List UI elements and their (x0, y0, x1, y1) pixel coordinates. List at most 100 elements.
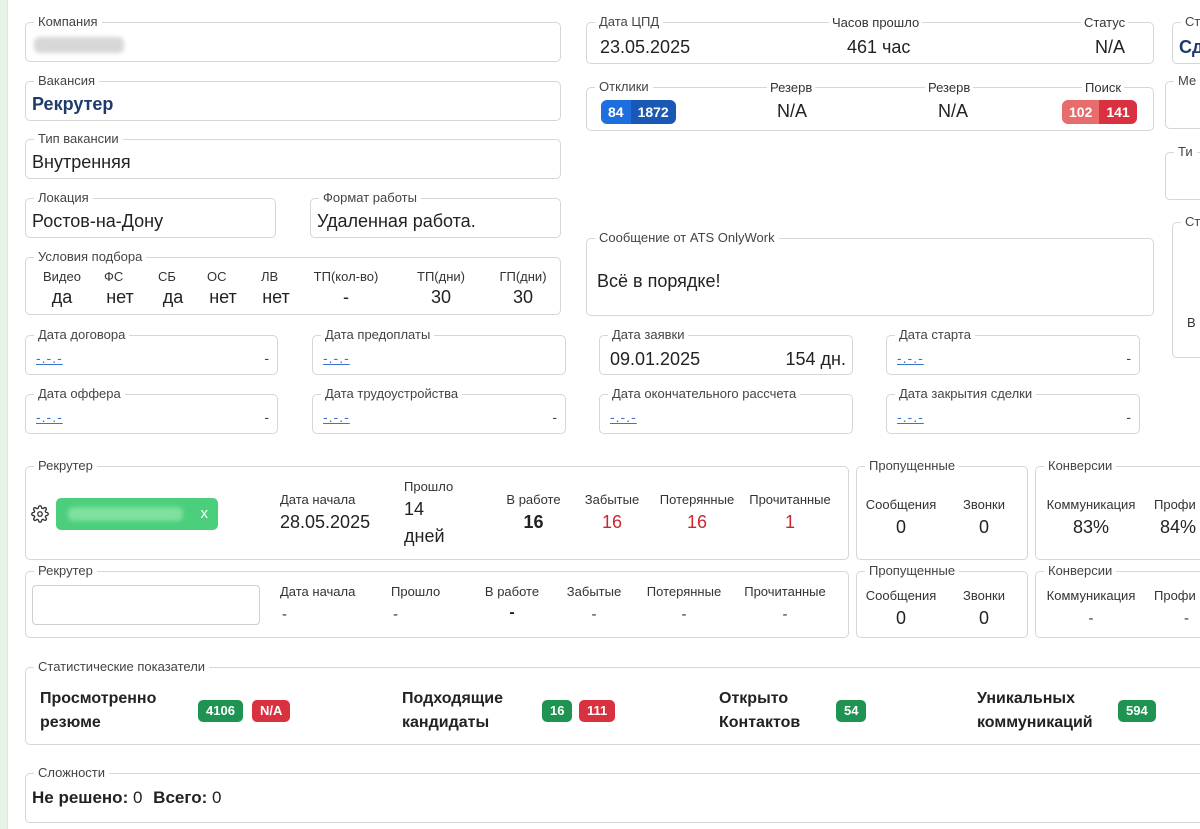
offer-date-link[interactable]: -.-.- (36, 409, 63, 425)
conditions-value: нет (262, 287, 290, 307)
side-status-field[interactable]: Ст Сд (1172, 14, 1200, 64)
contract-date-field[interactable]: Дата договора -.-.- - (25, 327, 278, 375)
conditions-header: ГП(дни) (499, 269, 547, 284)
responses-badge[interactable]: 84 1872 (601, 100, 676, 124)
reserve-1-label: Резерв (767, 80, 816, 95)
missed-1-msg-value: 0 (895, 517, 906, 537)
responses-label: Отклики (595, 79, 653, 95)
conversions-1-comm-label: Коммуникация (1046, 497, 1136, 512)
stat-opened-line2: Контактов (719, 714, 801, 731)
recruiter-2-work-value: - (509, 604, 515, 621)
stat-unique-badge[interactable]: 594 (1118, 700, 1156, 722)
close-date-label: Дата закрытия сделки (895, 386, 1037, 402)
close-date-field[interactable]: Дата закрытия сделки -.-.- - (886, 386, 1140, 434)
conditions-value: 30 (430, 287, 452, 307)
work-format-value: Удаленная работа. (317, 211, 476, 231)
stat-suitable-line2: кандидаты (402, 714, 490, 731)
statistics-label: Статистические показатели (34, 659, 210, 675)
work-format-field[interactable]: Формат работы Удаленная работа. (310, 190, 561, 238)
side-st-label: Ст (1181, 214, 1200, 230)
conversions-2-prof-value: - (1184, 610, 1189, 627)
ats-message-text: Всё в порядке! (597, 271, 721, 291)
conditions-col-sb: СБ да (148, 269, 198, 308)
stat-suitable-badge[interactable]: 16 (542, 700, 573, 722)
contract-date-label: Дата договора (34, 327, 130, 343)
missed-2-panel: Пропущенные Сообщения 0 Звонки 0 (856, 563, 1028, 638)
stat-viewed-line2: резюме (40, 714, 101, 731)
recruiter-1-chip[interactable]: x (56, 498, 218, 530)
company-value-redacted (34, 37, 124, 53)
conditions-value: нет (106, 287, 134, 307)
search-badge[interactable]: 102 141 (1062, 100, 1137, 124)
recruiter-1-label: Рекрутер (34, 458, 97, 474)
cpd-value: 23.05.2025 (600, 37, 691, 57)
conditions-col-os: ОС нет (198, 269, 248, 308)
recruiter-1-work-value[interactable]: 16 (496, 512, 571, 533)
missed-1-msg-label: Сообщения (865, 497, 937, 512)
vacancy-type-label: Тип вакансии (34, 131, 123, 147)
recruiter-1-name-redacted (68, 507, 183, 521)
stat-opened-badge[interactable]: 54 (836, 700, 867, 722)
unsolved-value: 0 (132, 788, 143, 807)
request-date-field[interactable]: Дата заявки 09.01.2025 154 дн. (599, 327, 853, 375)
prepay-date-link[interactable]: -.-.- (323, 350, 350, 366)
stat-suitable-red-badge[interactable]: 111 (579, 700, 616, 722)
recruiter-1-read-value[interactable]: 1 (742, 512, 838, 533)
contract-date-link[interactable]: -.-.- (36, 350, 63, 366)
location-field[interactable]: Локация Ростов-на-Дону (25, 190, 276, 238)
left-panel-edge (0, 0, 8, 829)
final-payment-date-field[interactable]: Дата окончательного рассчета -.-.- (599, 386, 853, 434)
start-date-link[interactable]: -.-.- (897, 350, 924, 366)
missed-2-msg-value: 0 (895, 608, 906, 628)
conversions-1-prof-label: Профи (1154, 497, 1196, 512)
stat-suitable-candidates: Подходящие кандидаты (402, 687, 503, 735)
recruiter-1-panel: Рекрутер x Дата начала 28.05.2025 Прошло… (25, 458, 849, 560)
vacancy-field[interactable]: Вакансия Рекрутер (25, 73, 561, 121)
company-field[interactable]: Компания (25, 14, 561, 62)
reserve-2-label: Резерв (925, 80, 974, 95)
side-me-field[interactable]: Ме (1165, 73, 1200, 129)
company-label: Компания (34, 14, 102, 30)
recruiter-1-forgot-value[interactable]: 16 (576, 512, 648, 533)
final-payment-date-link[interactable]: -.-.- (610, 409, 637, 425)
close-date-dash: - (1126, 409, 1131, 425)
missed-2-msg-label: Сообщения (865, 588, 937, 603)
employment-date-link[interactable]: -.-.- (323, 409, 350, 425)
start-date-field[interactable]: Дата старта -.-.- - (886, 327, 1140, 375)
recruiter-2-select[interactable] (32, 585, 260, 625)
stat-viewed-line1: Просмотренно (40, 690, 157, 707)
conditions-value: нет (209, 287, 237, 307)
total-label: Всего: (153, 788, 208, 807)
employment-date-label: Дата трудоустройства (321, 386, 463, 402)
recruiter-2-passed-value: - (393, 606, 398, 623)
conditions-header: ЛВ (261, 269, 279, 284)
stat-viewed-na-badge[interactable]: N/A (252, 700, 291, 722)
missed-2-label: Пропущенные (865, 563, 960, 579)
conversions-2-prof-label: Профи (1154, 588, 1196, 603)
missed-1-label: Пропущенные (865, 458, 960, 474)
employment-date-field[interactable]: Дата трудоустройства -.-.- - (312, 386, 566, 434)
prepay-date-field[interactable]: Дата предоплаты -.-.- (312, 327, 566, 375)
offer-date-field[interactable]: Дата оффера -.-.- - (25, 386, 278, 434)
employment-date-dash: - (552, 409, 557, 425)
stat-viewed-badge[interactable]: 4106 (198, 700, 243, 722)
request-days-value: 154 дн. (785, 349, 846, 369)
recruiter-1-forgot-label: Забытые (584, 492, 640, 507)
side-ti-field[interactable]: Ти (1165, 144, 1200, 200)
recruiter-1-lost-value[interactable]: 16 (654, 512, 740, 533)
conditions-panel: Условия подбора Видео да ФС нет СБ да ОС… (25, 249, 561, 315)
gear-icon[interactable] (31, 505, 49, 528)
vacancy-type-field[interactable]: Тип вакансии Внутренняя (25, 131, 561, 179)
conditions-col-lv: ЛВ нет (251, 269, 301, 308)
conditions-header: Видео (43, 269, 81, 284)
recruiter-1-passed-value: 14 (404, 499, 425, 519)
side-me-label: Ме (1174, 73, 1200, 89)
search-label: Поиск (1082, 80, 1125, 95)
recruiter-2-forgot-label: Забытые (566, 584, 622, 599)
close-date-link[interactable]: -.-.- (897, 409, 924, 425)
conversions-1-panel: Конверсии Коммуникация 83% Профи 84% (1035, 458, 1200, 560)
stat-unique-line2: коммуникаций (977, 714, 1093, 731)
conversions-1-comm-value: 83% (1072, 517, 1110, 537)
close-icon[interactable]: x (201, 505, 209, 522)
stat-opened-line1: Открыто (719, 690, 789, 707)
